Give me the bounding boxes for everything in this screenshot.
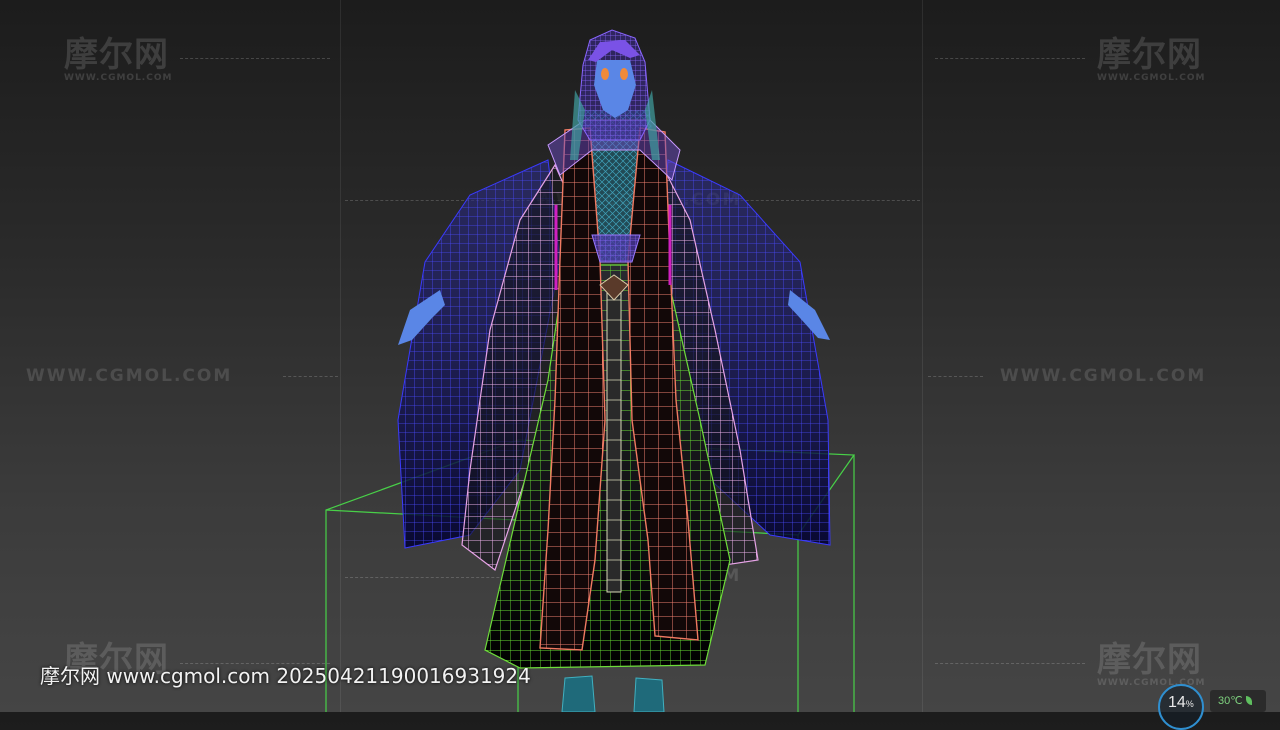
feet-mesh	[561, 675, 665, 712]
image-caption: 摩尔网 www.cgmol.com 20250421190016931924	[40, 664, 531, 688]
temperature-value: 30℃	[1218, 695, 1243, 707]
right-eye	[620, 68, 628, 80]
character-wireframe-model[interactable]	[0, 0, 1280, 712]
leaf-icon	[1245, 696, 1252, 705]
cpu-usage-percent: 14%	[1168, 694, 1194, 711]
3d-viewport[interactable]: 摩尔网 WWW.CGMOL.COM 摩尔网 WWW.CGMOL.COM 摩尔网 …	[0, 0, 1280, 730]
temperature-indicator[interactable]: 30℃	[1210, 690, 1266, 712]
left-eye	[601, 68, 609, 80]
